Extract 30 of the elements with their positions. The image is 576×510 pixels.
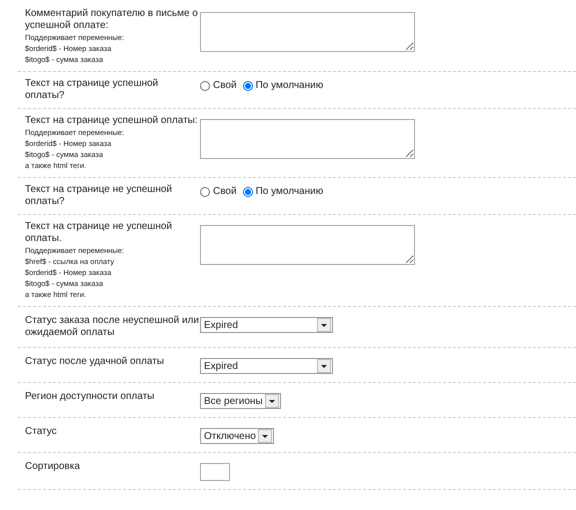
radio-option[interactable]: По умолчанию [242,80,324,91]
caret-icon [317,318,331,332]
radio-button[interactable] [242,186,253,196]
field-label: Статус [25,426,58,438]
input-field[interactable] [200,463,230,481]
radio-option[interactable]: Свой [200,80,237,91]
select-field[interactable]: Expired [200,317,333,333]
field-label: Текст на странице успешной оплаты? [25,78,160,102]
caret-icon [264,394,279,408]
field-label: Текст на странице не успешной оплаты? [25,184,174,208]
caret-icon [258,429,272,443]
field-label: Текст на странице не успешной оплаты. [25,221,174,245]
field-label: Комментарий покупателю в письме о успешной оплате: [25,8,199,32]
radio-button[interactable] [242,80,253,90]
radio-option[interactable]: Свой [200,186,237,197]
select-field[interactable]: Отключено [200,428,274,444]
field-label: Текст на странице успешной оплаты: [25,115,199,127]
field-label: Сортировка [25,461,81,473]
text-area[interactable] [200,225,415,265]
field-label: Статус заказа после неуспешной или ожидаемой оплаты [25,315,200,339]
field-label: Статус после удачной оплаты [25,356,165,368]
text-area[interactable] [200,12,415,52]
select-field[interactable]: Все регионы [200,393,281,409]
radio-option[interactable]: По умолчанию [242,186,324,197]
text-area[interactable] [200,119,415,159]
radio-button[interactable] [200,186,210,196]
radio-button[interactable] [200,80,210,90]
caret-icon [317,359,331,373]
select-field[interactable]: Expired [200,358,333,374]
field-label: Регион доступности оплаты [25,391,156,403]
